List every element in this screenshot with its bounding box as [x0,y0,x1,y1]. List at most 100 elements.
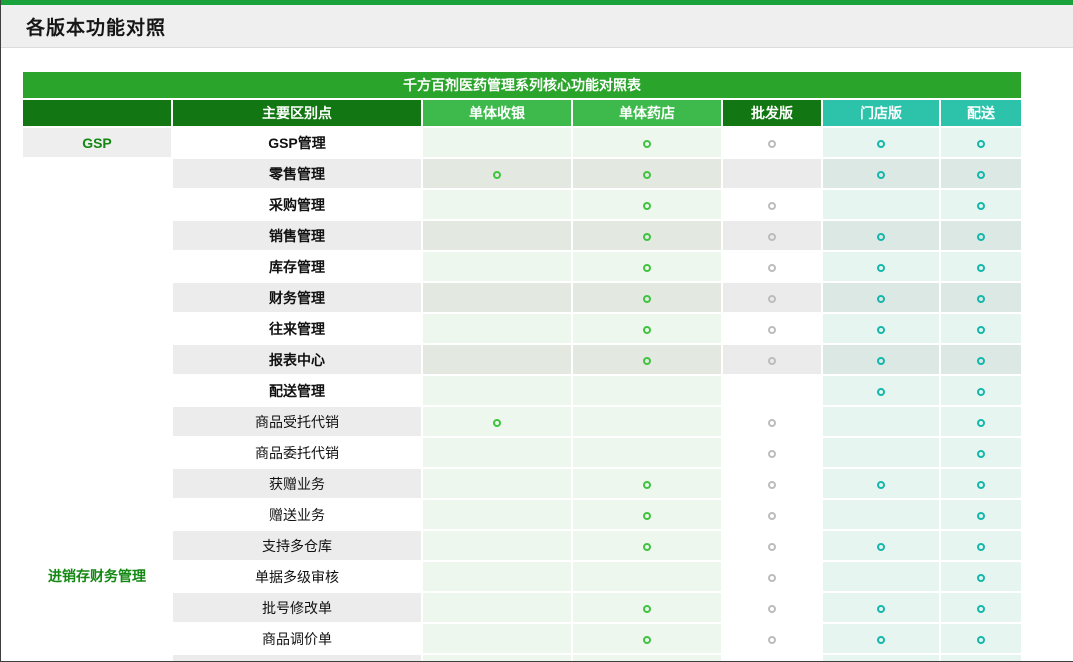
feature-cell [573,655,721,662]
feature-cell [823,345,939,374]
feature-name: GSP管理 [173,128,421,157]
feature-cell [723,593,821,622]
feature-cell [941,438,1021,467]
header-cell-version: 单体收银 [423,100,571,126]
feature-cell [823,314,939,343]
feature-cell [573,128,721,157]
feature-cell [723,500,821,529]
available-marker-icon [877,264,885,272]
feature-cell [823,283,939,312]
available-marker-icon [768,233,776,241]
feature-cell [823,376,939,405]
feature-cell [723,283,821,312]
feature-cell [423,345,571,374]
available-marker-icon [877,326,885,334]
available-marker-icon [877,636,885,644]
feature-name: 批号修改单 [173,593,421,622]
available-marker-icon [977,295,985,303]
feature-cell [423,159,571,188]
table-row-partial [23,655,1021,662]
available-marker-icon [643,636,651,644]
feature-cell [823,221,939,250]
available-marker-icon [768,326,776,334]
feature-name: 配送管理 [173,376,421,405]
feature-cell [423,314,571,343]
feature-name: 零售管理 [173,159,421,188]
feature-cell [573,314,721,343]
available-marker-icon [977,574,985,582]
available-marker-icon [977,140,985,148]
available-marker-icon [977,202,985,210]
feature-cell [573,252,721,281]
available-marker-icon [493,419,501,427]
feature-name: 商品受托代销 [173,407,421,436]
available-marker-icon [768,512,776,520]
available-marker-icon [877,481,885,489]
available-marker-icon [977,388,985,396]
feature-cell [573,562,721,591]
feature-cell [941,314,1021,343]
comparison-table: 千方百剂医药管理系列核心功能对照表 主要区别点 单体收银 单体药店 批发版 门店… [21,70,1023,662]
table-row: 配送管理 [23,376,1021,405]
feature-cell [723,438,821,467]
feature-cell [823,562,939,591]
feature-cell [423,252,571,281]
row-group-label: 进销存财务管理 [23,566,171,586]
feature-cell [573,221,721,250]
feature-cell [573,376,721,405]
feature-cell [423,221,571,250]
available-marker-icon [977,605,985,613]
feature-cell [941,500,1021,529]
table-row: GSPGSP管理 [23,128,1021,157]
table-row: 库存管理 [23,252,1021,281]
feature-cell [573,500,721,529]
table-row: 支持多仓库 [23,531,1021,560]
feature-cell [723,531,821,560]
feature-cell [423,128,571,157]
feature-cell [941,159,1021,188]
app-window: 各版本功能对照 千方百剂医药管理系列核心功能对照表 主要区别点 单体收银 单体药… [0,0,1073,662]
table-row: 进销存财务管理零售管理 [23,159,1021,188]
feature-cell [573,624,721,653]
feature-cell [423,593,571,622]
feature-cell [573,593,721,622]
available-marker-icon [643,171,651,179]
feature-cell [941,283,1021,312]
table-row: 往来管理 [23,314,1021,343]
feature-cell [723,345,821,374]
available-marker-icon [768,574,776,582]
feature-cell [823,190,939,219]
page-header: 各版本功能对照 [1,5,1073,48]
feature-cell [573,469,721,498]
header-cell-version: 批发版 [723,100,821,126]
available-marker-icon [643,357,651,365]
available-marker-icon [768,140,776,148]
feature-cell [723,159,821,188]
feature-cell [573,283,721,312]
available-marker-icon [768,295,776,303]
available-marker-icon [977,481,985,489]
available-marker-icon [877,233,885,241]
feature-cell [823,469,939,498]
available-marker-icon [643,295,651,303]
header-cell-group [23,100,171,126]
feature-cell [823,252,939,281]
feature-cell [941,128,1021,157]
feature-cell [941,407,1021,436]
feature-cell [823,500,939,529]
feature-cell [823,593,939,622]
available-marker-icon [877,357,885,365]
available-marker-icon [643,326,651,334]
feature-cell [723,314,821,343]
feature-cell [423,376,571,405]
available-marker-icon [768,419,776,427]
available-marker-icon [768,481,776,489]
available-marker-icon [643,202,651,210]
feature-cell [823,159,939,188]
feature-cell [423,469,571,498]
available-marker-icon [877,543,885,551]
feature-cell [941,655,1021,662]
available-marker-icon [643,233,651,241]
feature-cell [423,624,571,653]
feature-cell [823,128,939,157]
